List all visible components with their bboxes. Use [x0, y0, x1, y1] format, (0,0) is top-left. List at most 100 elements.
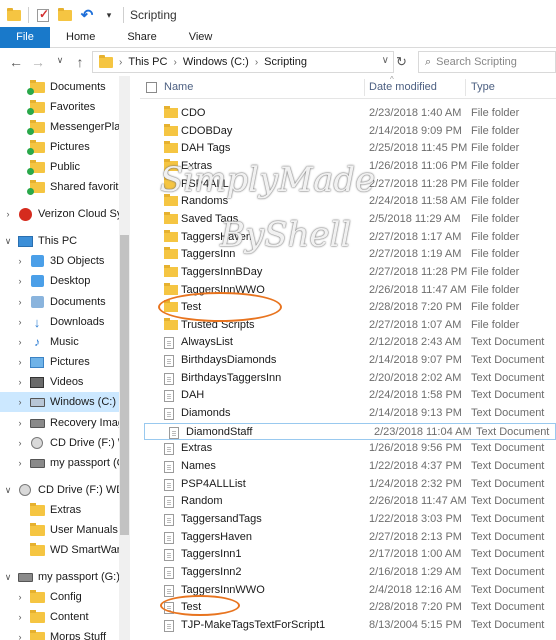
nav-scrollbar-thumb[interactable]	[120, 235, 129, 535]
chevron-right-icon[interactable]: ›	[4, 209, 12, 219]
undo-icon[interactable]: ↶	[79, 7, 95, 24]
nav-item-windows-c[interactable]: › Windows (C:)	[0, 392, 119, 412]
nav-item-public[interactable]: Public	[16, 157, 80, 177]
file-row[interactable]: Random 2/26/2018 11:47 AM Text Document	[140, 493, 556, 511]
column-date-modified[interactable]: Date modified	[369, 81, 437, 93]
folder-row[interactable]: PSP4ALL 2/27/2018 11:28 PM File folder	[140, 176, 556, 194]
chevron-down-icon[interactable]: ∨	[4, 572, 12, 583]
nav-item-cd-drive-f[interactable]: › CD Drive (F:) WD	[16, 433, 130, 453]
breadcrumb-separator-icon[interactable]: ›	[255, 57, 258, 68]
file-row[interactable]: DAH 2/24/2018 1:58 PM Text Document	[140, 387, 556, 405]
nav-item-favorites[interactable]: Favorites	[16, 97, 95, 117]
tab-share[interactable]: Share	[111, 27, 172, 48]
chevron-right-icon[interactable]: ›	[16, 317, 24, 327]
nav-item-extras[interactable]: Extras	[16, 500, 81, 520]
nav-item-pictures-pc[interactable]: › Pictures	[16, 352, 90, 372]
column-name[interactable]: Name	[164, 81, 193, 93]
chevron-right-icon[interactable]: ›	[16, 592, 24, 602]
file-row[interactable]: TaggersInnWWO 2/4/2018 12:16 AM Text Docum…	[140, 582, 556, 600]
folder-row[interactable]: CDOBDay 2/14/2018 9:09 PM File folder	[140, 123, 556, 141]
folder-row[interactable]: DAH Tags 2/25/2018 11:45 PM File folder	[140, 140, 556, 158]
chevron-right-icon[interactable]: ›	[16, 632, 24, 640]
nav-item-content[interactable]: › Content	[16, 607, 89, 627]
chevron-right-icon[interactable]: ›	[16, 612, 24, 622]
chevron-right-icon[interactable]: ›	[16, 357, 24, 367]
breadcrumb-windows-c[interactable]: Windows (C:)	[183, 56, 249, 68]
chevron-right-icon[interactable]: ›	[16, 397, 24, 407]
nav-item-morps-stuff[interactable]: › Morps Stuff	[16, 627, 106, 640]
chevron-right-icon[interactable]: ›	[16, 337, 24, 347]
folder-row[interactable]: TaggersInnBDay 2/27/2018 11:28 PM File fol…	[140, 264, 556, 282]
file-row[interactable]: Names 1/22/2018 4:37 PM Text Document	[140, 458, 556, 476]
file-row[interactable]: Test 2/28/2018 7:20 PM Text Document	[140, 599, 556, 617]
nav-item-downloads[interactable]: › ↓ Downloads	[16, 312, 105, 332]
chevron-right-icon[interactable]: ›	[16, 438, 24, 448]
nav-item-desktop[interactable]: › Desktop	[16, 271, 90, 291]
breadcrumb-scripting[interactable]: Scripting	[264, 56, 307, 68]
breadcrumb-this-pc[interactable]: This PC	[128, 56, 167, 68]
forward-arrow-icon[interactable]: →	[28, 54, 48, 70]
file-row[interactable]: Diamonds 2/14/2018 9:13 PM Text Document	[140, 405, 556, 423]
folder-row[interactable]: Test 2/28/2018 7:20 PM File folder	[140, 299, 556, 317]
nav-item-wd-smartware[interactable]: WD SmartWare	[16, 540, 127, 560]
file-row[interactable]: BirthdaysTaggersInn 2/20/2018 2:02 AM Text…	[140, 370, 556, 388]
column-divider[interactable]	[364, 79, 365, 96]
nav-item-videos[interactable]: › Videos	[16, 372, 84, 392]
customize-toolbar-dropdown-icon[interactable]: ▾	[101, 8, 117, 22]
chevron-right-icon[interactable]: ›	[16, 458, 24, 468]
chevron-right-icon[interactable]: ›	[16, 256, 24, 266]
file-row[interactable]: Extras 1/26/2018 9:56 PM Text Document	[140, 440, 556, 458]
select-all-checkbox[interactable]	[146, 82, 157, 93]
properties-icon[interactable]	[35, 7, 51, 22]
nav-item-this-pc[interactable]: ∨ This PC	[4, 231, 77, 251]
file-row[interactable]: TaggersInn2 2/16/2018 1:29 AM Text Documen…	[140, 564, 556, 582]
nav-item-my-passport-g[interactable]: › my passport (G:)	[16, 453, 131, 473]
folder-row[interactable]: Extras 1/26/2018 11:06 PM File folder	[140, 158, 556, 176]
tab-home[interactable]: Home	[50, 27, 111, 48]
nav-item-music[interactable]: › ♪ Music	[16, 332, 79, 352]
file-row[interactable]: AlwaysList 2/12/2018 2:43 AM Text Document	[140, 334, 556, 352]
folder-row[interactable]: CDO 2/23/2018 1:40 AM File folder	[140, 105, 556, 123]
chevron-down-icon[interactable]: ∨	[4, 236, 12, 247]
address-bar[interactable]: › This PC › Windows (C:) › Scripting ∨	[92, 51, 394, 73]
file-row[interactable]: TJP-MakeTagsTextForScript1 8/13/2004 5:15…	[140, 617, 556, 635]
nav-item-my-passport-g-expanded[interactable]: ∨ my passport (G:)	[4, 567, 120, 587]
folder-row[interactable]: Trusted Scripts 2/27/2018 1:07 AM File fol…	[140, 317, 556, 335]
recent-locations-icon[interactable]: ∨	[50, 55, 70, 66]
folder-row[interactable]: TaggersInnWWO 2/26/2018 11:47 AM File fold…	[140, 282, 556, 300]
file-row[interactable]: TaggersandTags 1/22/2018 3:03 PM Text Docu…	[140, 511, 556, 529]
breadcrumb-separator-icon[interactable]: ›	[119, 57, 122, 68]
nav-item-3d-objects[interactable]: › 3D Objects	[16, 251, 104, 271]
up-arrow-icon[interactable]: ↑	[70, 54, 90, 70]
search-input[interactable]: ⌕ Search Scripting	[418, 51, 556, 73]
address-history-chevron-icon[interactable]: ∨	[382, 55, 389, 66]
tab-view[interactable]: View	[173, 27, 229, 48]
file-row[interactable]: PSP4ALLList 1/24/2018 2:32 PM Text Documen…	[140, 476, 556, 494]
chevron-right-icon[interactable]: ›	[16, 418, 24, 428]
chevron-down-icon[interactable]: ∨	[4, 485, 12, 496]
nav-item-config[interactable]: › Config	[16, 587, 82, 607]
nav-item-pictures[interactable]: Pictures	[16, 137, 90, 157]
file-row[interactable]: DiamondStaff 2/23/2018 11:04 AM Text Docum…	[144, 422, 556, 441]
nav-item-verizon-cloud[interactable]: › Verizon Cloud Syn	[4, 204, 129, 224]
column-divider[interactable]	[465, 79, 466, 96]
new-folder-icon[interactable]	[57, 7, 73, 22]
nav-item-cd-drive-f-wd[interactable]: ∨ CD Drive (F:) WD S	[4, 480, 130, 500]
back-arrow-icon[interactable]: ←	[6, 54, 26, 70]
nav-item-shared-favorites[interactable]: Shared favorites	[16, 177, 130, 197]
folder-row[interactable]: TaggersHaven 2/27/2018 1:17 AM File folder	[140, 229, 556, 247]
nav-item-messengerplay[interactable]: MessengerPlay	[16, 117, 126, 137]
nav-item-recovery-image[interactable]: › Recovery Image	[16, 413, 131, 433]
folder-row[interactable]: Saved Tags 2/5/2018 11:29 AM File folder	[140, 211, 556, 229]
chevron-right-icon[interactable]: ›	[16, 297, 24, 307]
chevron-right-icon[interactable]: ›	[16, 276, 24, 286]
tab-file[interactable]: File	[0, 27, 50, 48]
nav-item-documents[interactable]: Documents	[16, 77, 106, 97]
nav-item-documents-pc[interactable]: › Documents	[16, 292, 106, 312]
file-row[interactable]: TaggersInn1 2/17/2018 1:00 AM Text Documen…	[140, 546, 556, 564]
nav-item-user-manuals[interactable]: User Manuals	[16, 520, 118, 540]
file-row[interactable]: TaggersHaven 2/27/2018 2:13 PM Text Docume…	[140, 529, 556, 547]
refresh-icon[interactable]: ↻	[396, 54, 412, 70]
chevron-right-icon[interactable]: ›	[16, 377, 24, 387]
breadcrumb-separator-icon[interactable]: ›	[173, 57, 176, 68]
